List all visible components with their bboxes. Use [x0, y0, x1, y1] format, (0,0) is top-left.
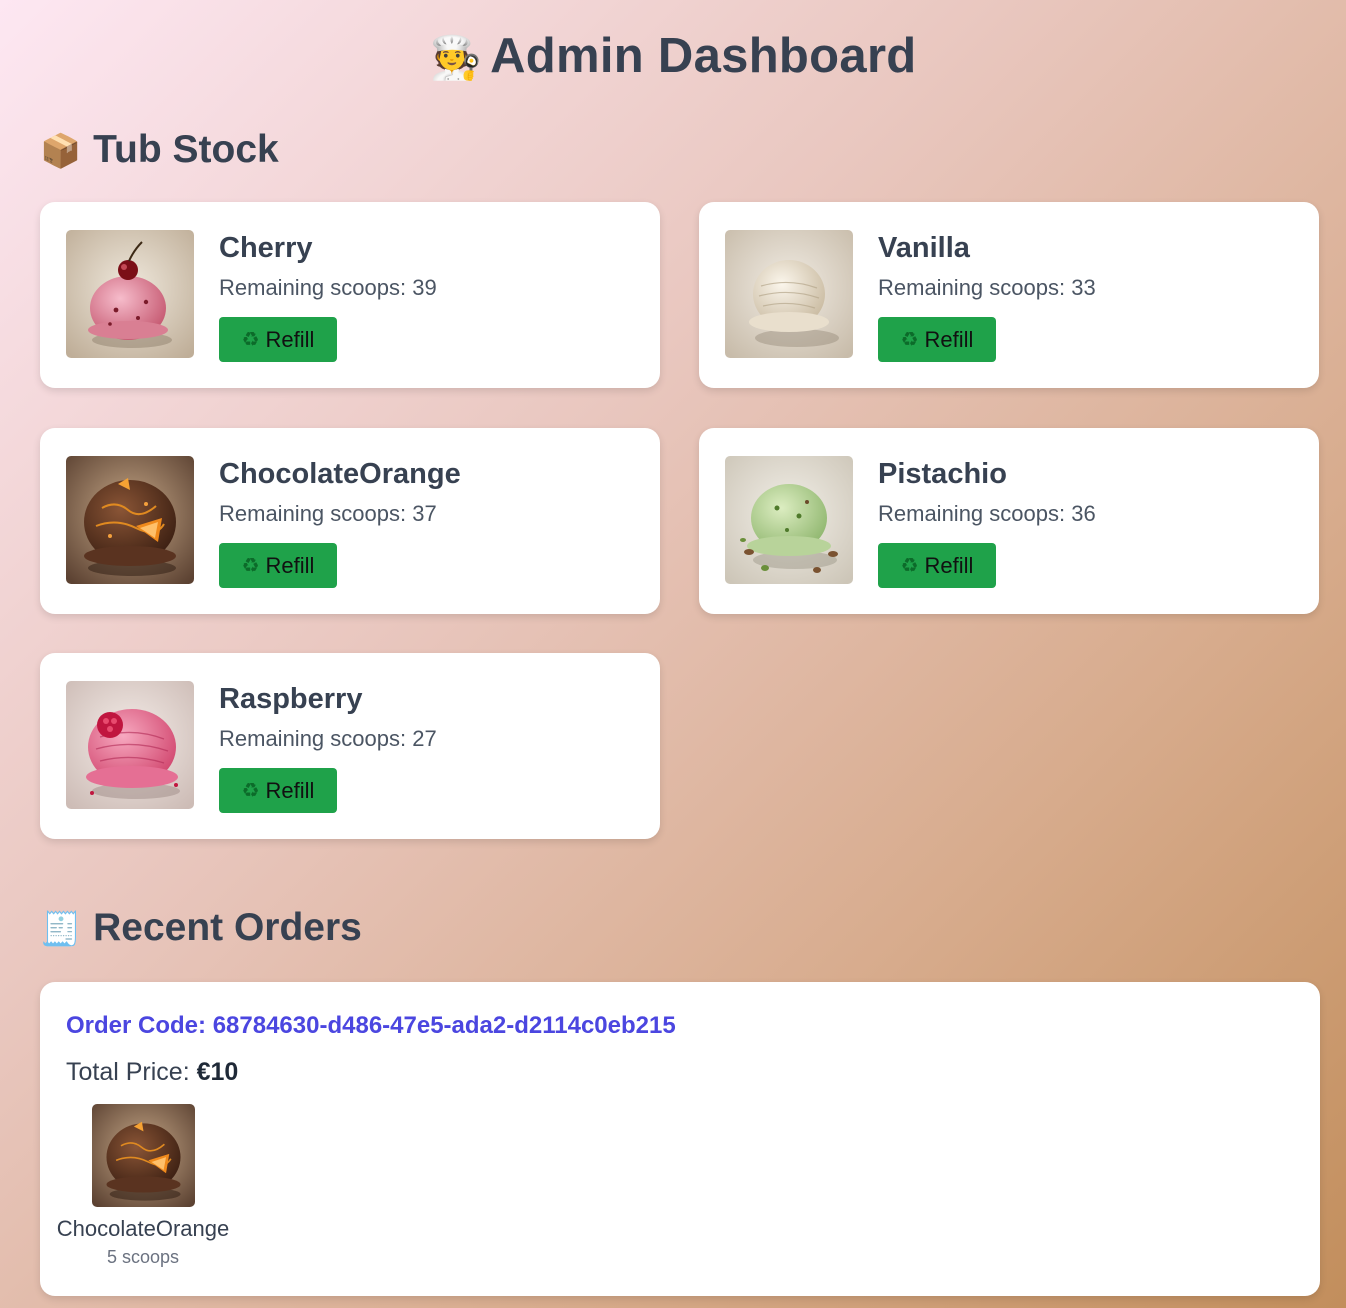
flavor-card-raspberry: Raspberry Remaining scoops: 27 ♻ Refill	[40, 653, 660, 839]
receipt-icon: 🧾	[40, 910, 82, 947]
recycle-icon: ♻	[241, 779, 260, 802]
remaining-scoops: Remaining scoops: 33	[878, 275, 1096, 300]
refill-button-chocolateorange[interactable]: ♻ Refill	[219, 543, 337, 588]
recycle-icon: ♻	[241, 328, 260, 351]
order-item-scoops: 5 scoops	[106, 1247, 180, 1267]
order-card: Order Code: 68784630-d486-47e5-ada2-d211…	[40, 982, 1320, 1296]
remaining-scoops: Remaining scoops: 37	[219, 501, 437, 526]
recent-orders-heading: 🧾 Recent Orders	[40, 906, 362, 950]
raspberry-ice-cream-image	[66, 681, 194, 809]
order-item-name: ChocolateOrange	[56, 1216, 230, 1241]
pistachio-ice-cream-image	[725, 456, 853, 584]
flavor-name: Cherry	[219, 232, 313, 264]
chocolate-orange-ice-cream-image	[66, 456, 194, 584]
recycle-icon: ♻	[900, 328, 919, 351]
flavor-name: Pistachio	[878, 458, 1007, 490]
order-item: ChocolateOrange 5 scoops	[40, 1104, 246, 1268]
flavor-name: Raspberry	[219, 683, 363, 715]
remaining-scoops: Remaining scoops: 39	[219, 275, 437, 300]
order-total-value: €10	[196, 1058, 239, 1086]
chef-icon: 🧑‍🍳	[429, 34, 483, 81]
flavor-card-vanilla: Vanilla Remaining scoops: 33 ♻ Refill	[699, 202, 1319, 388]
refill-button-pistachio[interactable]: ♻ Refill	[878, 543, 996, 588]
flavor-card-cherry: Cherry Remaining scoops: 39 ♻ Refill	[40, 202, 660, 388]
page-title-text: Admin Dashboard	[490, 29, 917, 83]
flavor-card-chocolateorange: ChocolateOrange Remaining scoops: 37 ♻ Re…	[40, 428, 660, 614]
order-code: Order Code: 68784630-d486-47e5-ada2-d211…	[66, 1012, 676, 1039]
refill-button-raspberry[interactable]: ♻ Refill	[219, 768, 337, 813]
cherry-ice-cream-image	[66, 230, 194, 358]
vanilla-ice-cream-image	[725, 230, 853, 358]
tub-stock-heading: 📦 Tub Stock	[40, 128, 279, 172]
remaining-scoops: Remaining scoops: 27	[219, 726, 437, 751]
recycle-icon: ♻	[900, 554, 919, 577]
order-total-price: Total Price: €10	[66, 1058, 239, 1086]
flavor-name: Vanilla	[878, 232, 970, 264]
package-icon: 📦	[40, 132, 82, 169]
refill-button-cherry[interactable]: ♻ Refill	[219, 317, 337, 362]
page-title: 🧑‍🍳 Admin Dashboard	[0, 28, 1346, 84]
chocolate-orange-ice-cream-image	[91, 1104, 195, 1207]
remaining-scoops: Remaining scoops: 36	[878, 501, 1096, 526]
recent-orders-heading-text: Recent Orders	[93, 906, 362, 949]
flavor-name: ChocolateOrange	[219, 458, 461, 490]
flavor-card-pistachio: Pistachio Remaining scoops: 36 ♻ Refill	[699, 428, 1319, 614]
recycle-icon: ♻	[241, 554, 260, 577]
tub-stock-heading-text: Tub Stock	[93, 128, 279, 171]
refill-button-vanilla[interactable]: ♻ Refill	[878, 317, 996, 362]
